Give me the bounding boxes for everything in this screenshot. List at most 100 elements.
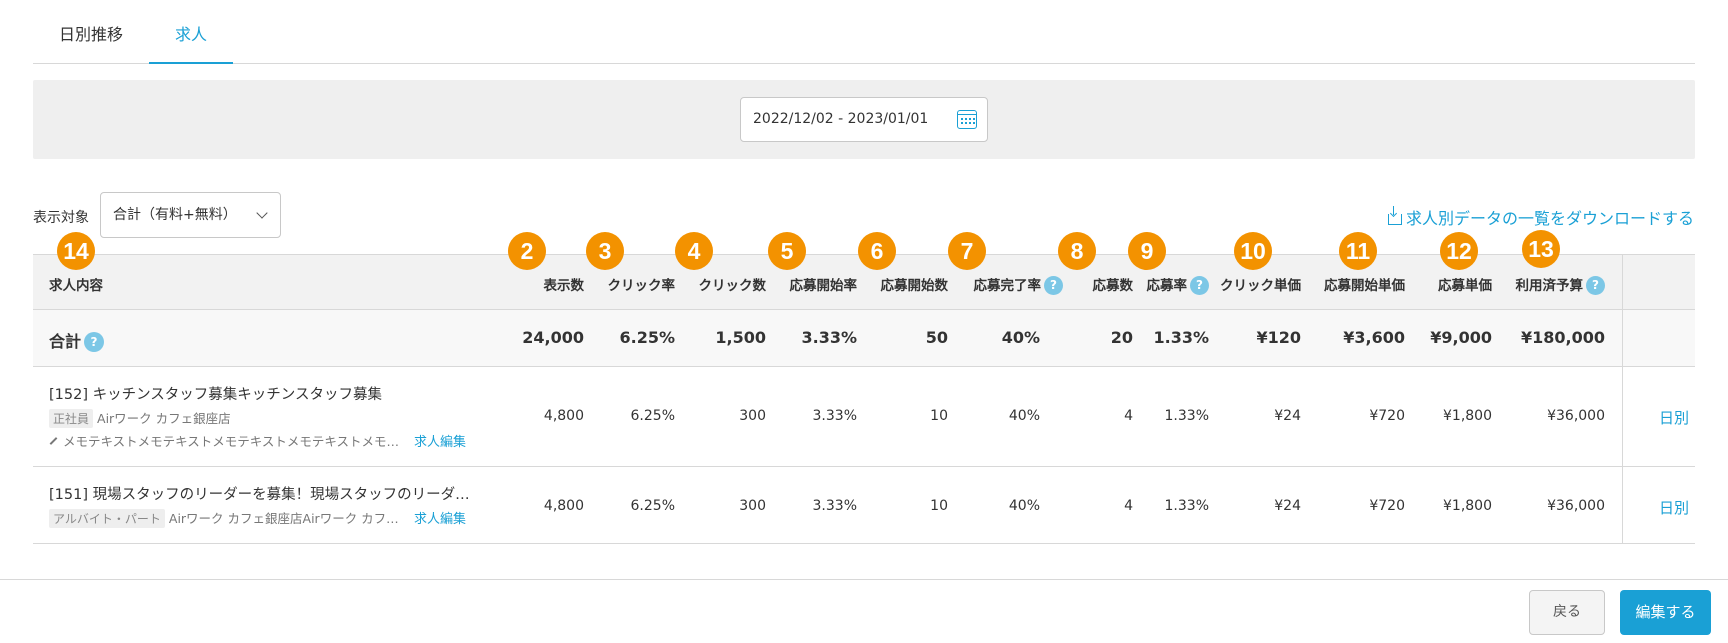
row-value: 6.25% (630, 498, 675, 514)
total-value: 6.25% (619, 328, 675, 347)
row-value: 300 (739, 408, 766, 424)
row-value: 4,800 (543, 498, 584, 514)
table-row: [152] キッチンスタッフ募集キッチンスタッフ募集 正社員 Airワーク カフェ… (33, 367, 1695, 467)
row-value: ¥24 (1274, 408, 1301, 424)
total-row: 合計? 24,000 6.25% 1,500 3.33% 50 40% 20 1… (33, 310, 1695, 367)
row-value: 1.33% (1164, 498, 1209, 514)
job-title: [152] キッチンスタッフ募集キッチンスタッフ募集 (49, 387, 383, 403)
annotation-badge: 2 (508, 232, 546, 270)
row-value: ¥36,000 (1547, 498, 1605, 514)
footer-bar: 戻る 編集する (0, 579, 1728, 643)
table-row: [151] 現場スタッフのリーダーを募集！現場スタッフのリーダ… アルバイト・パ… (33, 467, 1695, 544)
job-meta: アルバイト・パート Airワーク カフェ銀座店Airワーク カフ… (49, 508, 399, 528)
column-divider (1622, 255, 1623, 544)
col-budget-used-label: 利用済予算 (1515, 278, 1584, 294)
total-value: ¥180,000 (1520, 328, 1605, 347)
annotation-badge: 5 (768, 232, 806, 270)
annotation-badge: 7 (948, 232, 986, 270)
tab-jobs[interactable]: 求人 (149, 0, 233, 64)
total-value: ¥3,600 (1343, 328, 1405, 347)
job-edit-link[interactable]: 求人編集 (414, 508, 466, 527)
row-value: ¥720 (1369, 408, 1405, 424)
tab-bar: 日別推移 求人 (33, 0, 1695, 64)
row-value: ¥1,800 (1443, 498, 1492, 514)
job-meta: 正社員 Airワーク カフェ銀座店 (49, 408, 231, 428)
display-target-label: 表示対象 (33, 210, 89, 226)
date-range-field[interactable]: 2022/12/02 - 2023/01/01 (740, 97, 988, 142)
col-cost-per-apply-start: 応募開始単価 (1324, 278, 1405, 294)
total-value: 1,500 (715, 328, 766, 347)
total-value: 24,000 (522, 328, 584, 347)
row-value: 40% (1008, 408, 1040, 424)
annotation-badge: 12 (1440, 232, 1478, 270)
memo-text: メモテキストメモテキストメモテキストメモテキストメモ… (63, 434, 400, 449)
download-job-data-link[interactable]: 求人別データの一覧をダウンロードする (1387, 205, 1694, 229)
row-value: 10 (930, 408, 948, 424)
row-value: 4 (1124, 498, 1133, 514)
chevron-down-icon (256, 207, 268, 219)
employment-type-tag: アルバイト・パート (49, 509, 165, 528)
row-value: ¥720 (1369, 498, 1405, 514)
download-label: 求人別データの一覧をダウンロードする (1405, 209, 1694, 228)
col-apply-complete-rate: 応募完了率? (973, 274, 1063, 295)
date-range-value: 2022/12/02 - 2023/01/01 (753, 111, 929, 127)
annotation-badge: 4 (675, 232, 713, 270)
display-target-value: 合計（有料+無料） (113, 207, 237, 223)
annotation-badge: 8 (1058, 232, 1096, 270)
col-apply-complete-rate-label: 応募完了率 (973, 278, 1042, 294)
col-apply-start-rate: 応募開始率 (789, 278, 858, 294)
annotation-badge: 13 (1522, 230, 1560, 268)
row-value: ¥36,000 (1547, 408, 1605, 424)
pencil-icon (49, 437, 58, 445)
annotation-badge: 11 (1339, 232, 1377, 270)
edit-button[interactable]: 編集する (1620, 590, 1711, 635)
help-icon[interactable]: ? (84, 332, 105, 352)
back-button[interactable]: 戻る (1529, 590, 1605, 635)
job-title: [151] 現場スタッフのリーダーを募集！現場スタッフのリーダ… (49, 487, 470, 503)
row-value: 1.33% (1164, 408, 1209, 424)
col-apply-rate-label: 応募率 (1146, 278, 1188, 294)
job-edit-link[interactable]: 求人編集 (414, 431, 466, 450)
annotation-badge: 3 (586, 232, 624, 270)
date-filter-panel: 2022/12/02 - 2023/01/01 (33, 80, 1695, 159)
calendar-icon[interactable] (957, 110, 977, 129)
daily-link[interactable]: 日別 (1659, 407, 1689, 428)
display-target-select[interactable]: 合計（有料+無料） (100, 192, 281, 238)
total-value: 3.33% (801, 328, 857, 347)
total-label: 合計 (49, 332, 82, 351)
total-value: 50 (925, 328, 948, 347)
total-label-cell: 合計? (49, 328, 105, 352)
row-value: 4,800 (543, 408, 584, 424)
annotation-badge: 6 (858, 232, 896, 270)
row-value: 300 (739, 498, 766, 514)
col-cost-per-click: クリック単価 (1220, 278, 1301, 294)
store-name: Airワーク カフェ銀座店Airワーク カフ… (168, 511, 399, 526)
total-value: ¥120 (1256, 328, 1301, 347)
daily-link[interactable]: 日別 (1659, 497, 1689, 518)
row-value: ¥24 (1274, 498, 1301, 514)
col-apply-rate: 応募率? (1146, 274, 1209, 295)
col-job-content: 求人内容 (49, 278, 103, 294)
col-cost-per-application: 応募単価 (1438, 278, 1492, 294)
row-value: 10 (930, 498, 948, 514)
employment-type-tag: 正社員 (49, 409, 94, 428)
annotation-badge: 9 (1128, 232, 1166, 270)
row-value: 40% (1008, 498, 1040, 514)
tab-daily-trend[interactable]: 日別推移 (33, 0, 149, 64)
row-value: 4 (1124, 408, 1133, 424)
col-applications: 応募数 (1092, 278, 1134, 294)
help-icon[interactable]: ? (1190, 276, 1209, 295)
col-budget-used: 利用済予算? (1515, 274, 1605, 295)
row-value: ¥1,800 (1443, 408, 1492, 424)
total-value: 20 (1110, 328, 1133, 347)
download-icon (1387, 206, 1402, 225)
col-clicks: クリック数 (698, 278, 767, 294)
row-value: 6.25% (630, 408, 675, 424)
row-value: 3.33% (812, 408, 857, 424)
col-apply-starts: 応募開始数 (880, 278, 949, 294)
help-icon[interactable]: ? (1586, 276, 1605, 295)
store-name: Airワーク カフェ銀座店 (97, 411, 231, 426)
col-click-rate: クリック率 (607, 278, 676, 294)
help-icon[interactable]: ? (1044, 276, 1063, 295)
annotation-badge: 14 (57, 232, 95, 270)
